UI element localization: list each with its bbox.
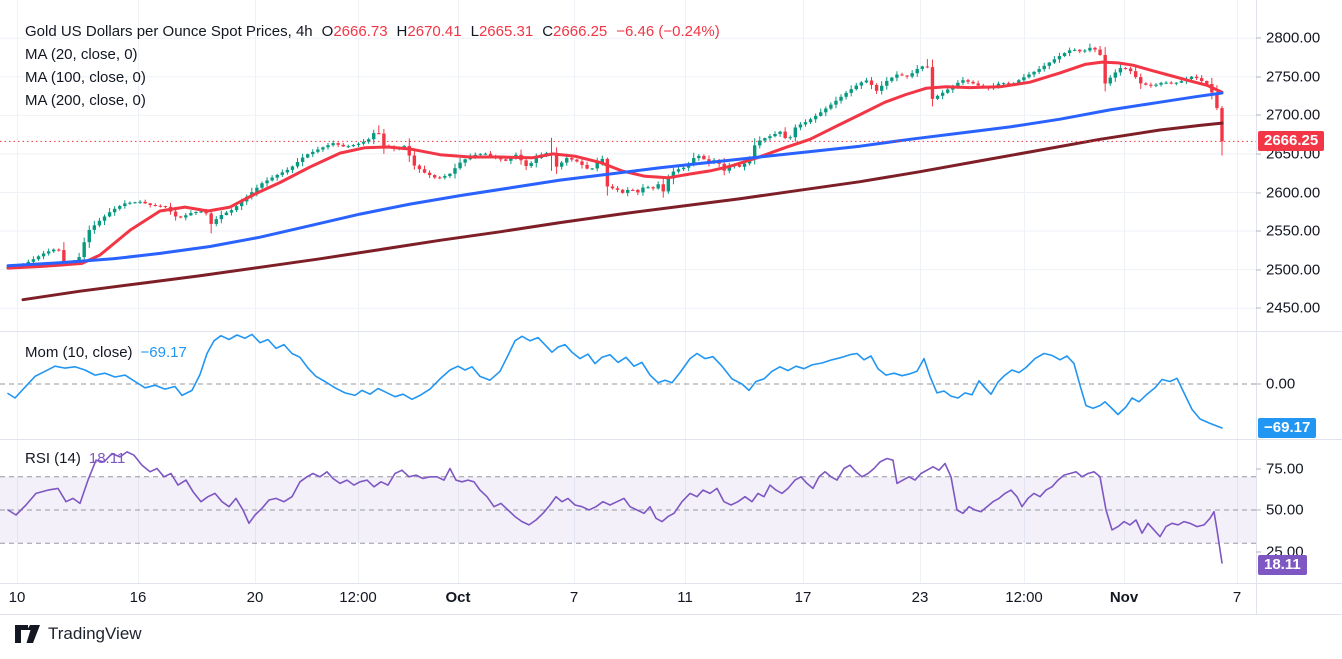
time-axis-label: 16 <box>130 589 147 606</box>
low-label: L <box>471 23 479 40</box>
rsi-value: 18.11 <box>89 450 125 467</box>
high-label: H <box>397 23 408 40</box>
ma-legend-row[interactable]: MA (200, close, 0) <box>25 89 720 112</box>
series-ma100 <box>8 93 1222 266</box>
price-axis-label: 2750.00 <box>1266 69 1320 86</box>
time-axis-label: 11 <box>677 589 693 606</box>
momentum-axis-label: 0.00 <box>1266 376 1295 393</box>
price-axis-label: 2550.00 <box>1266 223 1320 240</box>
ma-legend: MA (20, close, 0)MA (100, close, 0)MA (2… <box>25 43 720 112</box>
price-axis-label: 2600.00 <box>1266 185 1320 202</box>
tradingview-logo[interactable]: TradingView <box>14 624 142 644</box>
time-axis-label: 10 <box>9 589 26 606</box>
tradingview-logo-text: TradingView <box>48 624 142 644</box>
close-value: 2666.25 <box>553 23 607 40</box>
ma-legend-row[interactable]: MA (20, close, 0) <box>25 43 720 66</box>
rsi-label: RSI (14) <box>25 450 81 467</box>
time-axis-label: 20 <box>247 589 264 606</box>
symbol-title: Gold US Dollars per Ounce Spot Prices, 4… <box>25 23 313 40</box>
price-axis-label: 2500.00 <box>1266 262 1320 279</box>
rsi-axis-label: 50.00 <box>1266 502 1304 519</box>
momentum-value-label: −69.17 <box>1258 418 1316 438</box>
last-price-label: 2666.25 <box>1258 131 1324 151</box>
time-axis-label: 12:00 <box>1005 589 1043 606</box>
time-axis-label: Oct <box>445 589 470 606</box>
time-axis-label: Nov <box>1110 589 1138 606</box>
momentum-legend-row[interactable]: Mom (10, close) −69.17 <box>25 344 187 361</box>
rsi-band <box>0 477 1256 543</box>
time-axis-label: 12:00 <box>339 589 377 606</box>
price-axis-label: 2700.00 <box>1266 107 1320 124</box>
momentum-value: −69.17 <box>141 344 187 361</box>
rsi-legend-row[interactable]: RSI (14) 18.11 <box>25 450 125 467</box>
time-axis-label: 17 <box>795 589 812 606</box>
time-axis-label: 7 <box>1233 589 1241 606</box>
open-value: 2666.73 <box>333 23 387 40</box>
change-value: −6.46 (−0.24%) <box>616 23 719 40</box>
rsi-value-label: 18.11 <box>1258 555 1307 575</box>
symbol-legend-row[interactable]: Gold US Dollars per Ounce Spot Prices, 4… <box>25 20 720 43</box>
price-axis-label: 2800.00 <box>1266 30 1320 47</box>
chart-root: Gold US Dollars per Ounce Spot Prices, 4… <box>0 0 1342 659</box>
legend: Gold US Dollars per Ounce Spot Prices, 4… <box>25 20 720 112</box>
time-axis-label: 23 <box>912 589 929 606</box>
price-axis-label: 2450.00 <box>1266 300 1320 317</box>
close-label: C <box>542 23 553 40</box>
momentum-label: Mom (10, close) <box>25 344 133 361</box>
series-mom(10) <box>8 334 1222 428</box>
low-value: 2665.31 <box>479 23 533 40</box>
ma-legend-row[interactable]: MA (100, close, 0) <box>25 66 720 89</box>
time-axis-label: 7 <box>570 589 578 606</box>
tradingview-logo-icon <box>14 624 41 644</box>
rsi-axis-label: 75.00 <box>1266 461 1304 478</box>
open-label: O <box>322 23 334 40</box>
high-value: 2670.41 <box>407 23 461 40</box>
